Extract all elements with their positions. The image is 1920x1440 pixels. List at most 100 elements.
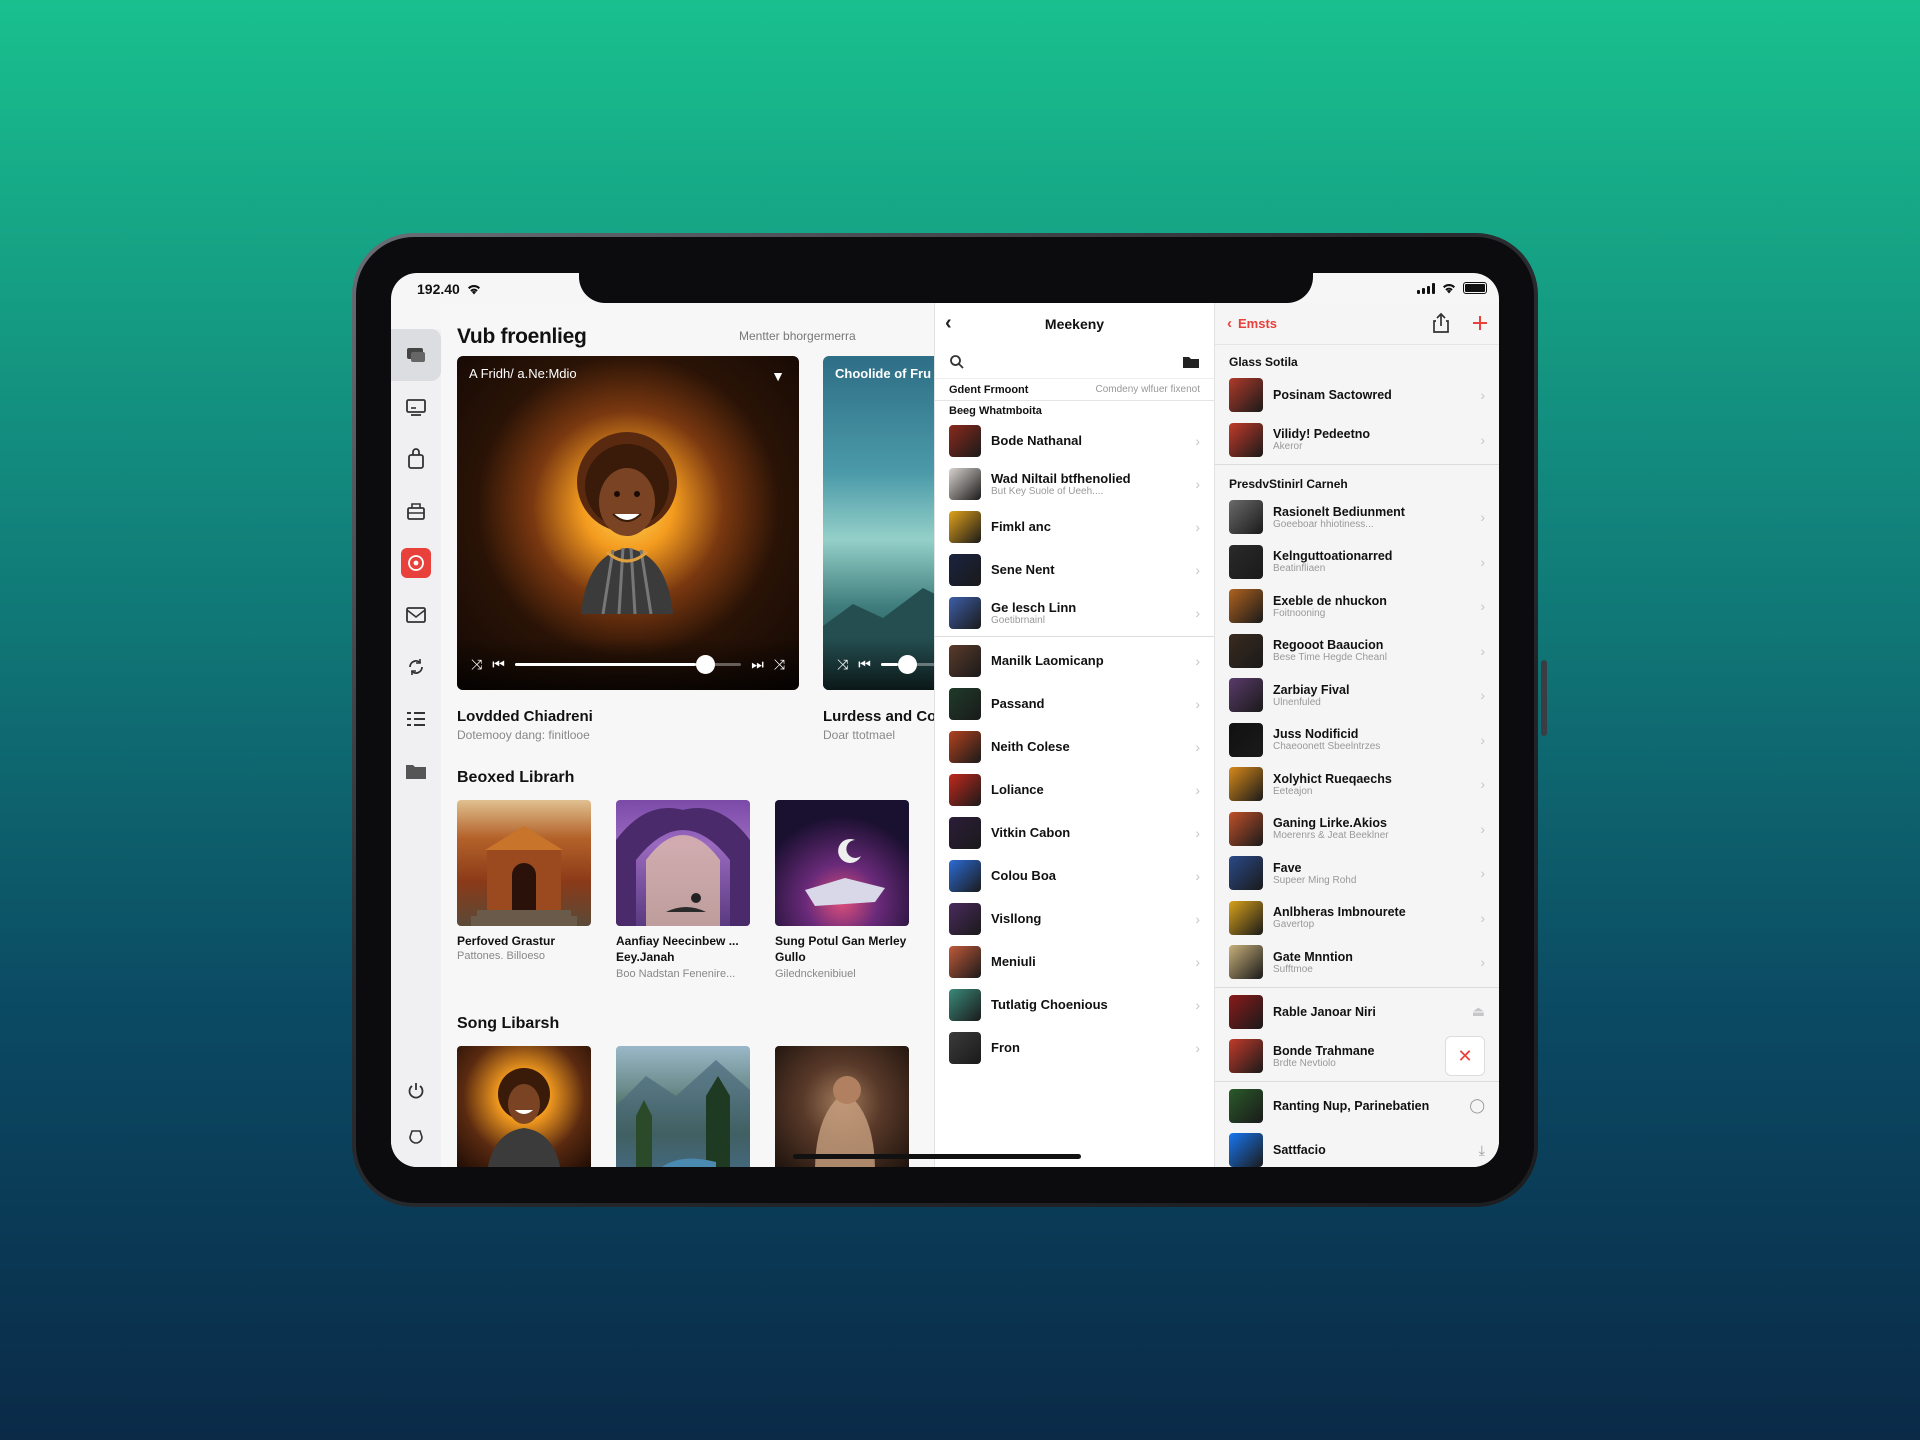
sidebar-item-music[interactable] bbox=[391, 537, 441, 589]
wifi-icon bbox=[1443, 284, 1455, 294]
progress-slider[interactable] bbox=[514, 654, 742, 674]
list-item[interactable]: Wad Niltail btfhenolied But Key Suole of … bbox=[935, 462, 1214, 505]
sidebar-item-power[interactable] bbox=[391, 1069, 441, 1113]
list-item[interactable]: Xolyhict Rueqaechs Eeteajon › bbox=[1215, 762, 1499, 807]
album-tile[interactable] bbox=[616, 800, 750, 926]
item-subtitle: Foitnooning bbox=[1273, 607, 1326, 619]
album-tile[interactable] bbox=[775, 800, 909, 926]
list-item[interactable]: Fave Supeer Ming Rohd › bbox=[1215, 851, 1499, 896]
previous-icon[interactable]: ⏮ bbox=[492, 656, 505, 673]
back-chevron-icon[interactable]: ‹ bbox=[945, 312, 952, 335]
list-item[interactable]: Ge lesch Linn Goetibrnainl › bbox=[935, 591, 1214, 634]
main-content: Vub froenlieg Mentter bhorgermerra A Fri… bbox=[441, 303, 934, 1167]
search-icon[interactable] bbox=[949, 354, 965, 370]
list-item[interactable]: Neith Colese › bbox=[935, 725, 1214, 768]
store-icon bbox=[407, 503, 425, 520]
list-item[interactable]: Bonde Trahmane Brdte Nevtiolo ✕ bbox=[1215, 1034, 1499, 1079]
album-tile[interactable] bbox=[616, 1046, 750, 1167]
pin-icon[interactable]: ◯ bbox=[1469, 1097, 1485, 1114]
group-label: Beeg Whatmboita bbox=[949, 405, 1042, 417]
download-icon[interactable]: ⤓ bbox=[1479, 1142, 1485, 1159]
repeat-icon[interactable]: ⤨ bbox=[774, 656, 785, 673]
download-icon[interactable]: ⏏ bbox=[1472, 1003, 1485, 1020]
album-tile[interactable] bbox=[457, 800, 591, 926]
list-item[interactable]: Meniuli › bbox=[935, 940, 1214, 983]
list-item[interactable]: Juss Nodificid Chaeoonett Sbeelntrzes › bbox=[1215, 718, 1499, 763]
list-item[interactable]: Vilidy! Pedeetno Akeror › bbox=[1215, 418, 1499, 463]
add-icon[interactable] bbox=[1471, 314, 1489, 332]
folder-icon[interactable] bbox=[1182, 355, 1200, 369]
list-item[interactable]: Sattfacio ⤓ bbox=[1215, 1128, 1499, 1167]
card-title[interactable]: Lurdess and Co bbox=[823, 708, 934, 725]
library-icon bbox=[407, 348, 425, 362]
item-title: Rable Janoar Niri bbox=[1273, 1004, 1376, 1019]
artist-portrait bbox=[577, 432, 677, 614]
album-tile[interactable] bbox=[457, 1046, 591, 1167]
list-item[interactable]: Fron › bbox=[935, 1026, 1214, 1069]
share-icon[interactable] bbox=[1431, 312, 1451, 334]
list-item[interactable]: Ganing Lirke.Akios Moerenrs & Jeat Beekln… bbox=[1215, 807, 1499, 852]
list-item[interactable]: Regooot Baaucion Bese Time Hegde Cheanl › bbox=[1215, 629, 1499, 674]
album-thumbnail bbox=[1229, 1133, 1263, 1167]
list-item[interactable]: Anlbheras Imbnourete Gavertop › bbox=[1215, 896, 1499, 941]
back-label[interactable]: Emsts bbox=[1238, 316, 1277, 331]
sidebar-item-store[interactable] bbox=[391, 485, 441, 537]
item-title: Xolyhict Rueqaechs bbox=[1273, 771, 1392, 786]
list-item[interactable]: Kelnguttoationarred Beatinfliaen › bbox=[1215, 540, 1499, 585]
list-item[interactable]: Passand › bbox=[935, 682, 1214, 725]
album-thumbnail bbox=[949, 773, 981, 806]
list-item[interactable]: Fimkl anc › bbox=[935, 505, 1214, 548]
chevron-right-icon: › bbox=[1195, 953, 1200, 970]
back-chevron-icon[interactable]: ‹ bbox=[1227, 315, 1232, 332]
now-playing-card[interactable]: A Fridh/ a.Ne:Mdio ▼ ⤨ ⏮ ⏭ ⤨ bbox=[457, 356, 799, 690]
list-item[interactable]: Manilk Laomicanp › bbox=[935, 639, 1214, 682]
album-tile[interactable] bbox=[775, 1046, 909, 1167]
sidebar-item-refresh[interactable] bbox=[391, 1113, 441, 1157]
item-title: Meniuli bbox=[991, 954, 1036, 969]
card-title[interactable]: Lovdded Chiadreni bbox=[457, 708, 593, 725]
list-item[interactable]: Posinam Sactowred › bbox=[1215, 373, 1499, 418]
chevron-right-icon: › bbox=[1195, 475, 1200, 492]
list-item[interactable]: Rable Janoar Niri ⏏ bbox=[1215, 990, 1499, 1035]
list-item[interactable]: Zarbiay Fival Ulnenfuled › bbox=[1215, 673, 1499, 718]
list-item[interactable]: Ranting Nup, Parinebatien ◯ bbox=[1215, 1084, 1499, 1129]
list-item[interactable]: Loliance › bbox=[935, 768, 1214, 811]
item-subtitle: Ulnenfuled bbox=[1273, 696, 1321, 708]
sidebar bbox=[391, 329, 441, 1167]
list-item[interactable]: Sene Nent › bbox=[935, 548, 1214, 591]
section-title: Beoxed Librarh bbox=[457, 769, 575, 786]
search-bar[interactable] bbox=[935, 345, 1214, 379]
chevron-down-icon[interactable]: ▼ bbox=[771, 368, 785, 384]
list-item[interactable]: Tutlatig Choenious › bbox=[935, 983, 1214, 1026]
chevron-right-icon: › bbox=[1195, 604, 1200, 621]
item-text: Loliance bbox=[991, 782, 1185, 797]
list-item[interactable]: Visllong › bbox=[935, 897, 1214, 940]
item-text: Ranting Nup, Parinebatien bbox=[1273, 1099, 1459, 1113]
list-item[interactable]: Vitkin Cabon › bbox=[935, 811, 1214, 854]
home-indicator[interactable] bbox=[793, 1154, 1081, 1159]
list-item[interactable]: Colou Boa › bbox=[935, 854, 1214, 897]
sidebar-item-folder[interactable] bbox=[391, 745, 441, 797]
close-icon[interactable]: ✕ bbox=[1445, 1036, 1485, 1077]
music-icon bbox=[401, 548, 431, 578]
sidebar-item-library[interactable] bbox=[391, 329, 441, 381]
list-item[interactable]: Gate Mnntion Sufftmoe › bbox=[1215, 940, 1499, 985]
item-subtitle: Brdte Nevtiolo bbox=[1273, 1057, 1336, 1069]
list-item[interactable]: Bode Nathanal › bbox=[935, 419, 1214, 462]
shuffle-icon[interactable]: ⤨ bbox=[471, 656, 482, 673]
secondary-player-card[interactable]: Choolide of Fru ⤨ ⏮ bbox=[823, 356, 934, 690]
shuffle-icon[interactable]: ⤨ bbox=[837, 656, 848, 673]
item-subtitle: Gavertop bbox=[1273, 919, 1315, 931]
item-subtitle: Goeeboar hhiotiness... bbox=[1273, 518, 1374, 530]
list-item[interactable]: Rasionelt Bediunment Goeeboar hhiotiness.… bbox=[1215, 495, 1499, 540]
sidebar-item-mail[interactable] bbox=[391, 589, 441, 641]
sidebar-item-list[interactable] bbox=[391, 693, 441, 745]
screen: 192.40 Vub froenlieg Mentter bhorgermerr… bbox=[391, 273, 1499, 1167]
previous-icon[interactable]: ⏮ bbox=[858, 656, 871, 673]
list-item[interactable]: Exeble de nhuckon Foitnooning › bbox=[1215, 584, 1499, 629]
progress-slider-2[interactable] bbox=[880, 654, 934, 674]
sidebar-item-sync[interactable] bbox=[391, 641, 441, 693]
next-icon[interactable]: ⏭ bbox=[751, 656, 764, 673]
sidebar-item-bag[interactable] bbox=[391, 433, 441, 485]
sidebar-item-display[interactable] bbox=[391, 381, 441, 433]
